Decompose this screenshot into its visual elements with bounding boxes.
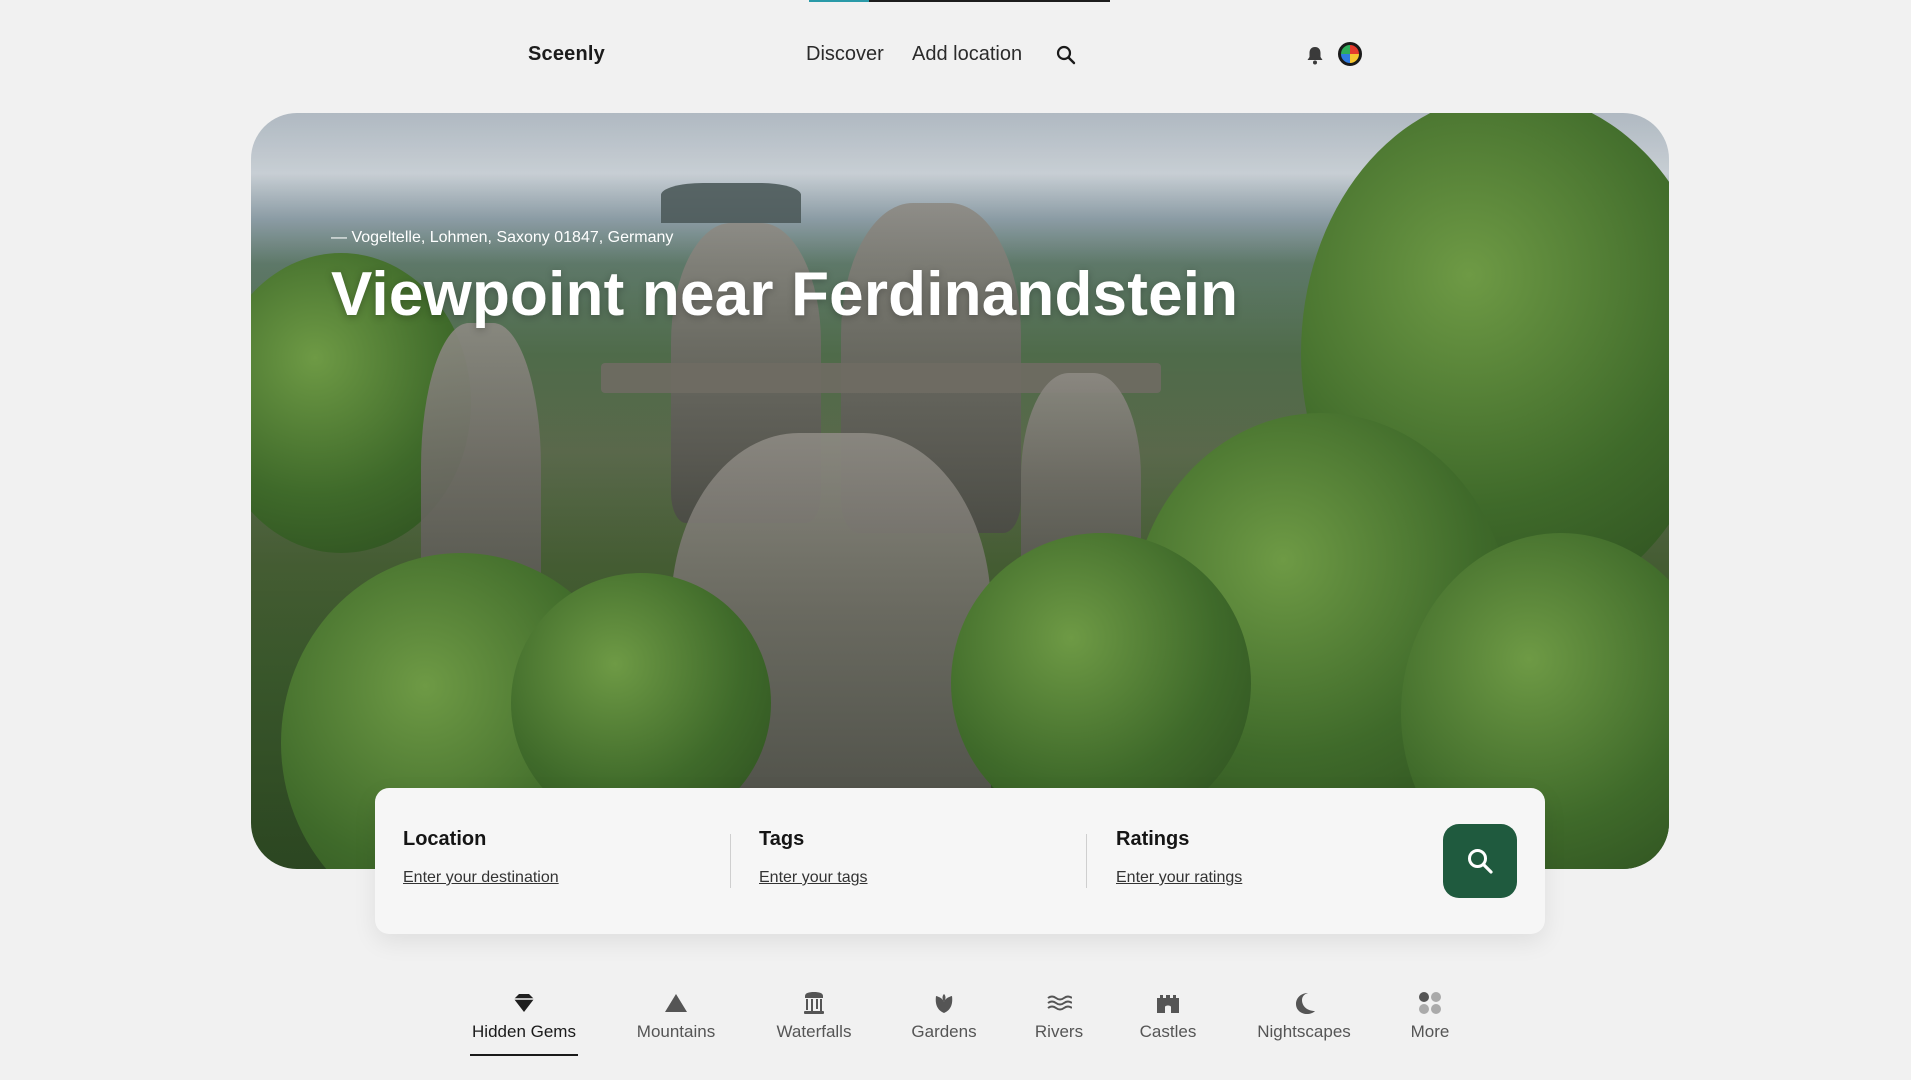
location-label: Location [403,828,487,850]
ratings-input[interactable]: Enter your ratings [1116,869,1416,887]
ratings-field: Ratings Enter your ratings [1116,828,1416,887]
category-castles[interactable]: Castles [1136,990,1200,1042]
category-mountains[interactable]: Mountains [628,990,724,1042]
search-submit-button[interactable] [1443,824,1517,898]
hero-title: Viewpoint near Ferdinandstein [331,260,1239,329]
location-field: Location Enter your destination [403,828,703,887]
hero-banner: — Vogeltelle, Lohmen, Saxony 01847, Germ… [251,113,1669,869]
ratings-label: Ratings [1116,828,1190,850]
mountain-icon [665,994,687,1012]
category-label: Waterfalls [776,1022,852,1041]
nav-add-location-link[interactable]: Add location [912,43,1022,66]
location-input[interactable]: Enter your destination [403,869,703,887]
waves-icon [1047,995,1072,1011]
category-label: Gardens [911,1022,977,1041]
category-rivers[interactable]: Rivers [1030,990,1088,1042]
category-nightscapes[interactable]: Nightscapes [1252,990,1356,1042]
top-navigation: Sceenly Discover Add location [0,0,1911,110]
brand-logo[interactable]: Sceenly [528,43,605,66]
active-tab-underline [470,1054,578,1056]
category-more[interactable]: More [1404,990,1456,1042]
tags-label: Tags [759,828,805,850]
category-label: Hidden Gems [472,1022,576,1041]
category-gardens[interactable]: Gardens [906,990,982,1042]
castle-icon [1157,995,1179,1013]
divider [1086,834,1087,888]
divider [730,834,731,888]
tags-input[interactable]: Enter your tags [759,869,1059,887]
category-label: Rivers [1034,1022,1084,1041]
moon-icon [1296,993,1315,1014]
nav-discover-link[interactable]: Discover [806,43,884,66]
waterfall-icon [804,992,824,1014]
bell-icon[interactable] [1304,44,1326,66]
grid-dots-icon [1419,992,1441,1014]
leaf-icon [935,994,953,1013]
search-panel: Location Enter your destination Tags Ent… [375,788,1545,934]
search-icon[interactable] [1055,44,1077,66]
category-label: Castles [1139,1022,1197,1041]
category-label: More [1410,1022,1450,1041]
tags-field: Tags Enter your tags [759,828,1059,887]
category-tabs: Hidden Gems Mountains Waterfalls Gardens [0,990,1911,1060]
category-label: Nightscapes [1257,1022,1351,1041]
category-hidden-gems[interactable]: Hidden Gems [470,990,578,1056]
search-icon [1468,849,1493,874]
gem-icon [514,994,534,1012]
user-avatar[interactable] [1338,42,1362,66]
category-waterfalls[interactable]: Waterfalls [770,990,858,1042]
hero-location-caption: — Vogeltelle, Lohmen, Saxony 01847, Germ… [331,229,674,246]
category-label: Mountains [636,1022,716,1041]
